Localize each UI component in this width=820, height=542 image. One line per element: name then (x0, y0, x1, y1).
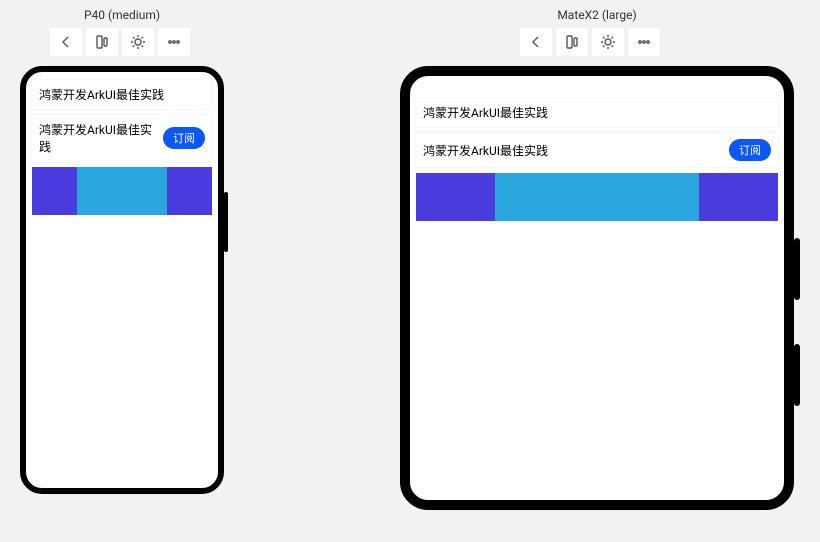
more-icon (166, 34, 182, 50)
device-matex2: MateX2 (large) 鸿蒙开发ArkUI最佳实践 鸿蒙开发ArkUI最佳… (400, 8, 794, 510)
subscribe-pill[interactable]: 订阅 (163, 127, 205, 149)
theme-button[interactable] (122, 28, 154, 56)
text-row-1: 鸿蒙开发ArkUI最佳实践 (416, 98, 778, 127)
row1-text: 鸿蒙开发ArkUI最佳实践 (39, 86, 164, 103)
device-p40: P40 (medium) 鸿蒙开发ArkUI最佳实践 鸿蒙开发ArkUI最佳实践… (20, 8, 224, 494)
theme-button[interactable] (592, 28, 624, 56)
more-button[interactable] (158, 28, 190, 56)
row1-text: 鸿蒙开发ArkUI最佳实践 (423, 104, 548, 121)
text-row-2: 鸿蒙开发ArkUI最佳实践 订阅 (416, 133, 778, 167)
layout-icon (94, 34, 110, 50)
screen-matex2: 鸿蒙开发ArkUI最佳实践 鸿蒙开发ArkUI最佳实践 订阅 (410, 76, 784, 500)
device-label-p40: P40 (medium) (20, 8, 224, 22)
device-frame-p40: 鸿蒙开发ArkUI最佳实践 鸿蒙开发ArkUI最佳实践 订阅 (20, 66, 224, 494)
text-row-2: 鸿蒙开发ArkUI最佳实践 订阅 (32, 115, 212, 161)
bar-row (416, 173, 778, 221)
back-button[interactable] (520, 28, 552, 56)
back-icon (528, 34, 544, 50)
bar-seg-3 (167, 167, 212, 215)
more-icon (636, 34, 652, 50)
subscribe-pill[interactable]: 订阅 (729, 139, 771, 161)
more-button[interactable] (628, 28, 660, 56)
back-icon (58, 34, 74, 50)
layout-icon (564, 34, 580, 50)
row2-text: 鸿蒙开发ArkUI最佳实践 (423, 142, 548, 159)
screen-p40: 鸿蒙开发ArkUI最佳实践 鸿蒙开发ArkUI最佳实践 订阅 (26, 72, 218, 488)
device-frame-matex2: 鸿蒙开发ArkUI最佳实践 鸿蒙开发ArkUI最佳实践 订阅 (400, 66, 794, 510)
bar-seg-3 (699, 173, 778, 221)
bar-seg-2 (77, 167, 167, 215)
sun-icon (600, 34, 616, 50)
device-label-matex2: MateX2 (large) (400, 8, 794, 22)
sun-icon (130, 34, 146, 50)
layout-button[interactable] (556, 28, 588, 56)
toolbar-p40 (20, 28, 224, 56)
layout-button[interactable] (86, 28, 118, 56)
bar-seg-1 (416, 173, 495, 221)
toolbar-matex2 (400, 28, 794, 56)
bar-seg-1 (32, 167, 77, 215)
bar-seg-2 (495, 173, 700, 221)
text-row-1: 鸿蒙开发ArkUI最佳实践 (32, 80, 212, 109)
bar-row (32, 167, 212, 215)
back-button[interactable] (50, 28, 82, 56)
row2-text: 鸿蒙开发ArkUI最佳实践 (39, 121, 163, 155)
